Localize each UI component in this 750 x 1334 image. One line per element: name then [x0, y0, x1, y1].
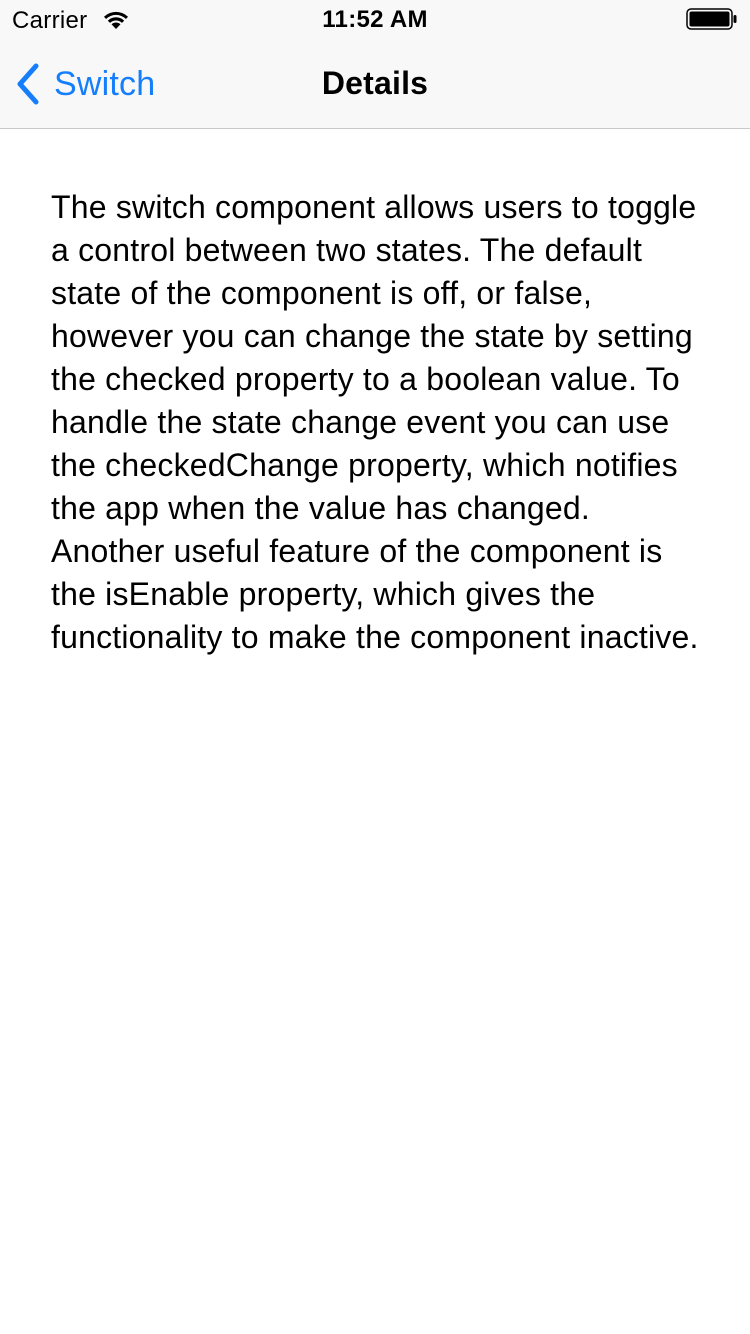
status-bar: Carrier 11:52 AM: [0, 0, 750, 40]
page-title: Details: [321, 65, 429, 101]
top-bar-area: Carrier 11:52 AM Switch Details: [0, 0, 750, 129]
description-text: The switch component allows users to tog…: [51, 189, 699, 655]
battery-icon: [686, 8, 737, 30]
navigation-bar: Switch Details: [0, 40, 750, 128]
status-time: 11:52 AM: [322, 6, 428, 33]
